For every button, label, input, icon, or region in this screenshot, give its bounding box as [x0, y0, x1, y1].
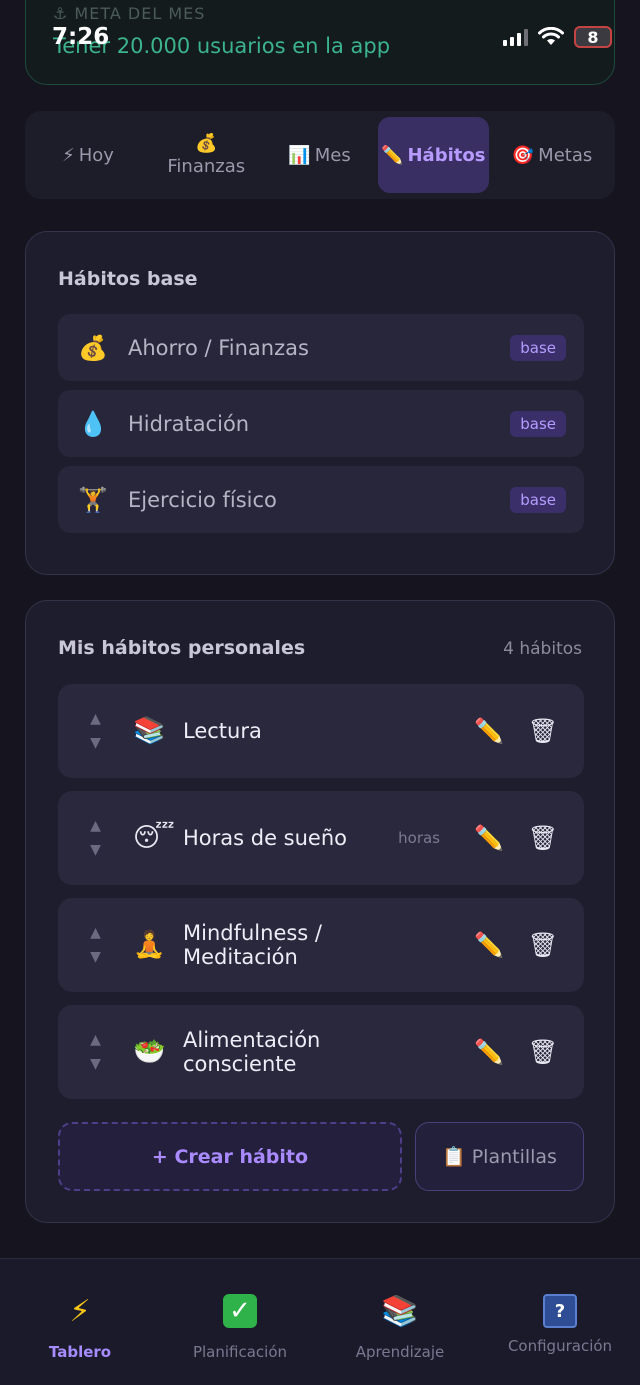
- checkmark-icon: ✓: [223, 1291, 257, 1331]
- sleeping-face-icon: 😴: [133, 823, 175, 853]
- habit-unit: horas: [398, 829, 440, 847]
- list-item: ▲ ▼ 🧘 Mindfulness / Meditación ✏️ 🗑: [58, 898, 584, 992]
- habit-label: Ejercicio físico: [128, 487, 277, 512]
- move-up-icon[interactable]: ▲: [90, 926, 101, 940]
- nav-planificacion[interactable]: ✓ Planificación: [160, 1259, 320, 1385]
- meditation-icon: 🧘: [133, 930, 166, 960]
- move-down-icon[interactable]: ▼: [90, 843, 101, 857]
- section-tabs: ⚡ Hoy 💰 Finanzas 📊 Mes ✏️ Hábitos 🎯 Meta…: [25, 111, 615, 199]
- move-down-icon[interactable]: ▼: [90, 950, 101, 964]
- nav-label: Planificación: [192, 1343, 288, 1361]
- move-up-icon[interactable]: ▲: [90, 1033, 101, 1047]
- personal-habits-section: Mis hábitos personales 4 hábitos ▲ ▼ 📚 L…: [25, 600, 615, 1223]
- create-habit-button[interactable]: + Crear hábito: [58, 1122, 402, 1191]
- tab-label: Hábitos: [407, 144, 486, 166]
- move-up-icon[interactable]: ▲: [90, 712, 101, 726]
- habit-label: Ahorro / Finanzas: [128, 335, 309, 360]
- move-down-icon[interactable]: ▼: [90, 736, 101, 750]
- edit-icon[interactable]: ✏️: [462, 824, 516, 852]
- battery-icon: 8: [574, 26, 612, 48]
- habit-label: Lectura: [183, 719, 262, 743]
- trash-icon[interactable]: 🗑: [516, 717, 570, 745]
- monthly-goal-label: ⚓ META DEL MES: [53, 4, 206, 23]
- status-indicators: 8: [503, 26, 612, 48]
- money-bag-icon: 💰: [78, 333, 108, 362]
- templates-button[interactable]: 📋 Plantillas: [415, 1122, 584, 1191]
- base-badge: base: [510, 410, 566, 437]
- habit-label: Horas de sueño: [183, 826, 348, 850]
- trash-icon[interactable]: 🗑: [516, 931, 570, 959]
- nav-label: Aprendizaje: [355, 1343, 445, 1361]
- bottom-nav: ⚡ Tablero ✓ Planificación 📚 Aprendizaje …: [0, 1258, 640, 1385]
- edit-icon[interactable]: ✏️: [462, 1038, 516, 1066]
- section-title: Mis hábitos personales: [58, 637, 306, 659]
- reorder-controls: ▲ ▼: [58, 926, 133, 964]
- move-up-icon[interactable]: ▲: [90, 819, 101, 833]
- habit-count: 4 hábitos: [503, 639, 582, 659]
- lightning-icon: ⚡: [69, 1293, 91, 1329]
- pencil-icon: ✏️: [381, 144, 404, 166]
- salad-icon: 🥗: [133, 1037, 166, 1067]
- list-item: ▲ ▼ 🥗 Alimentación consciente ✏️ 🗑: [58, 1005, 584, 1099]
- trash-icon[interactable]: 🗑: [516, 824, 570, 852]
- lightning-icon: ⚡: [62, 144, 75, 166]
- list-item: ▲ ▼ 😴 Horas de sueño horas ✏️ 🗑: [58, 791, 584, 885]
- nav-label: Configuración: [507, 1337, 613, 1355]
- nav-aprendizaje[interactable]: 📚 Aprendizaje: [320, 1259, 480, 1385]
- target-icon: 🎯: [511, 144, 535, 166]
- nav-configuracion[interactable]: ? Configuración: [480, 1259, 640, 1385]
- base-habit-item: 💧 Hidratación base: [58, 390, 584, 457]
- move-down-icon[interactable]: ▼: [90, 1057, 101, 1071]
- tab-finanzas[interactable]: 💰 Finanzas: [151, 117, 261, 193]
- habit-label: Mindfulness / Meditación: [183, 921, 322, 969]
- nav-tablero[interactable]: ⚡ Tablero: [0, 1259, 160, 1385]
- reorder-controls: ▲ ▼: [58, 1033, 133, 1071]
- tab-label: Finanzas: [167, 156, 246, 177]
- droplet-icon: 💧: [78, 409, 108, 438]
- tab-label: Mes: [314, 144, 351, 166]
- tab-metas[interactable]: 🎯 Metas: [497, 117, 607, 193]
- list-item: ▲ ▼ 📚 Lectura ✏️ 🗑: [58, 684, 584, 778]
- trash-icon[interactable]: 🗑: [516, 1038, 570, 1066]
- status-time: 7:26: [52, 24, 110, 50]
- edit-icon[interactable]: ✏️: [462, 717, 516, 745]
- nav-label: Tablero: [48, 1343, 112, 1361]
- question-box-icon: ?: [543, 1291, 577, 1331]
- weightlifter-icon: 🏋: [78, 485, 108, 514]
- money-bag-icon: 💰: [195, 133, 218, 154]
- wifi-icon: [538, 27, 564, 45]
- tab-label: Hoy: [78, 144, 114, 166]
- clipboard-icon: 📋: [442, 1146, 466, 1168]
- books-icon: 📚: [133, 716, 166, 746]
- base-habit-item: 💰 Ahorro / Finanzas base: [58, 314, 584, 381]
- templates-label: Plantillas: [471, 1145, 557, 1168]
- reorder-controls: ▲ ▼: [58, 712, 133, 750]
- base-badge: base: [510, 334, 566, 361]
- base-badge: base: [510, 486, 566, 513]
- tab-label: Metas: [538, 144, 593, 166]
- habit-label: Hidratación: [128, 411, 250, 436]
- books-icon: 📚: [381, 1293, 419, 1329]
- tab-habitos[interactable]: ✏️ Hábitos: [377, 117, 489, 193]
- tab-mes[interactable]: 📊 Mes: [270, 117, 370, 193]
- tab-hoy[interactable]: ⚡ Hoy: [33, 117, 143, 193]
- edit-icon[interactable]: ✏️: [462, 931, 516, 959]
- signal-icon: [503, 28, 528, 46]
- base-habit-item: 🏋 Ejercicio físico base: [58, 466, 584, 533]
- base-habits-section: Hábitos base 💰 Ahorro / Finanzas base 💧 …: [25, 231, 615, 575]
- reorder-controls: ▲ ▼: [58, 819, 133, 857]
- section-title: Hábitos base: [58, 268, 198, 290]
- habit-label: Alimentación consciente: [183, 1028, 321, 1076]
- chart-icon: 📊: [288, 144, 311, 166]
